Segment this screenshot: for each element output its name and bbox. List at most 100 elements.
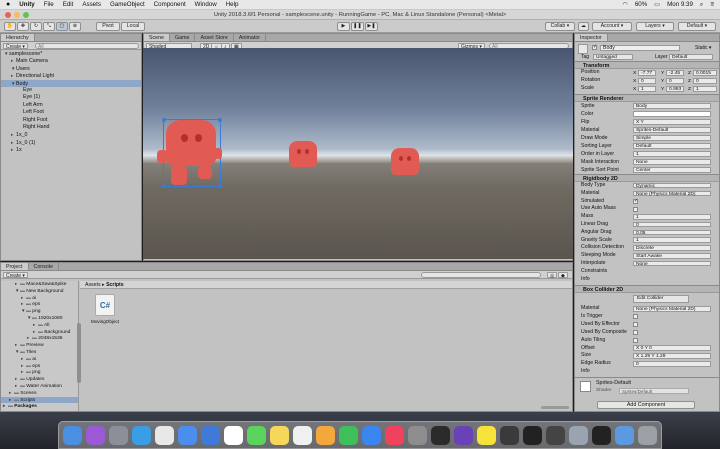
transform-tool-icon[interactable]: ⊕ <box>69 22 81 31</box>
layers-dropdown[interactable]: Layers ▾ <box>636 22 674 31</box>
filter-label-icon[interactable]: ◆ <box>558 272 568 279</box>
safari-icon[interactable] <box>132 426 151 445</box>
minimize-window-icon[interactable] <box>14 12 20 18</box>
step-button[interactable]: ▶❚ <box>365 22 378 31</box>
project-folder-item[interactable]: ▸ ▬ ai <box>1 356 78 363</box>
field-checkbox[interactable] <box>633 337 639 344</box>
player-right-hand-sprite[interactable] <box>214 148 222 159</box>
project-folder-item[interactable]: ▸ ▬ Water Animation <box>1 383 78 390</box>
rigidbody-header[interactable]: Rigidbody 2D <box>575 174 719 182</box>
enemy-ghost-sprite[interactable] <box>289 141 317 167</box>
field-checkbox[interactable] <box>633 206 639 212</box>
facetime-icon[interactable] <box>339 426 358 445</box>
move-tool-icon[interactable]: ✥ <box>17 22 29 31</box>
box-collider-header[interactable]: Box Collider 2D <box>575 285 719 293</box>
rect-handle[interactable] <box>218 184 222 188</box>
scale-z-field[interactable]: 1 <box>693 86 717 92</box>
object-name-field[interactable]: Body <box>600 45 680 51</box>
hierarchy-item[interactable]: ▸ 1x_0 <box>1 131 141 138</box>
field-value[interactable]: Start Awake <box>633 253 711 259</box>
color-swatch[interactable] <box>633 111 711 117</box>
static-toggle[interactable]: Static ▾ <box>695 45 711 51</box>
field-checkbox[interactable] <box>633 329 639 336</box>
shader-dropdown[interactable]: Sprites/Default <box>619 388 689 394</box>
field-value[interactable]: None (Physics Material 2D) <box>633 305 711 312</box>
tab-hierarchy[interactable]: Hierarchy <box>1 34 35 41</box>
layout-dropdown[interactable]: Default ▾ <box>678 22 716 31</box>
play-button[interactable]: ▶ <box>337 22 350 31</box>
position-z-field[interactable]: 0.0015 <box>693 70 717 76</box>
tree-scrollbar[interactable] <box>77 323 81 383</box>
add-component-button[interactable]: Add Component <box>597 401 695 409</box>
project-folder-item[interactable]: ▸ ▬ eps <box>1 301 78 308</box>
hierarchy-item[interactable]: Left Foot <box>1 109 141 116</box>
battery-percent[interactable]: 60% <box>635 1 647 8</box>
appstore-icon[interactable] <box>362 426 381 445</box>
photos-icon[interactable] <box>316 426 335 445</box>
field-value[interactable]: 0 <box>633 361 711 367</box>
spotlight-icon[interactable]: ⌕ <box>700 1 703 9</box>
chrome-icon[interactable] <box>155 426 174 445</box>
layer-dropdown[interactable]: Default <box>669 54 713 60</box>
rotate-tool-icon[interactable]: ↻ <box>30 22 42 31</box>
music-icon[interactable] <box>385 426 404 445</box>
project-folder-item[interactable]: ▼▬ 1920x1080 <box>1 315 78 322</box>
hierarchy-item[interactable]: Right Hand <box>1 124 141 131</box>
siri-icon[interactable] <box>86 426 105 445</box>
project-folder-item[interactable]: ▸ ▬ ai <box>1 295 78 302</box>
messages-icon[interactable] <box>247 426 266 445</box>
scale-tool-icon[interactable]: ⤡ <box>43 22 55 31</box>
transform-header[interactable]: Transform <box>575 61 719 69</box>
clock[interactable]: Mon 9:39 <box>667 1 693 8</box>
project-folder-item[interactable]: ▼▬ Tiles <box>1 349 78 356</box>
rotation-z-field[interactable]: 0 <box>693 78 717 84</box>
field-value[interactable]: 1 <box>633 214 711 220</box>
menu-help[interactable]: Help <box>226 1 239 8</box>
filter-type-icon[interactable]: ◎ <box>547 272 558 279</box>
project-folder-item[interactable]: ▸ ▬ Scripts <box>1 396 78 404</box>
tab-asset-store[interactable]: Asset Store <box>195 34 234 41</box>
field-value[interactable]: 0.05 <box>633 229 711 236</box>
menu-component[interactable]: Component <box>154 1 186 8</box>
scale-y-field[interactable]: 0.993 <box>666 86 685 92</box>
hierarchy-item[interactable]: Eye (1) <box>1 94 141 101</box>
project-folder-item[interactable]: ▸ ▬ Background <box>1 329 78 336</box>
control-center-icon[interactable]: ≡ <box>710 1 714 8</box>
hierarchy-item[interactable]: ▼Body <box>1 79 141 87</box>
preview-icon[interactable] <box>569 426 588 445</box>
project-folder-item[interactable]: ▸ ▬ Preview <box>1 342 78 349</box>
menu-edit[interactable]: Edit <box>63 1 74 8</box>
rotation-x-field[interactable]: 0 <box>638 78 656 84</box>
project-folder-item[interactable]: ▸ ▬ eps <box>1 363 78 370</box>
hierarchy-create-button[interactable]: Create ▾ <box>3 43 28 50</box>
apple-icon[interactable]: ● <box>6 1 10 8</box>
menu-gameobject[interactable]: GameObject <box>110 1 145 8</box>
xcode-icon[interactable] <box>201 426 220 445</box>
position-y-field[interactable]: -2.45 <box>666 70 684 76</box>
field-checkbox[interactable] <box>633 314 639 320</box>
calendar-icon[interactable] <box>224 426 243 445</box>
close-window-icon[interactable] <box>5 12 11 18</box>
enemy-ghost-sprite[interactable] <box>391 148 419 175</box>
rect-handle[interactable] <box>218 118 222 122</box>
hierarchy-item[interactable]: ▸ 1x_0 (1) <box>1 139 141 146</box>
field-value[interactable]: 1 <box>633 237 711 243</box>
reminders-icon[interactable] <box>293 426 312 445</box>
tab-console[interactable]: Console <box>29 263 59 270</box>
maximize-window-icon[interactable] <box>23 12 29 18</box>
project-folder-item[interactable]: ▸ ▬ Mace&Saw&Spike <box>1 281 78 288</box>
tab-animator[interactable]: Animator <box>234 34 267 41</box>
collab-button[interactable]: Collab ▾ <box>545 22 575 31</box>
field-checkbox[interactable]: ✓ <box>633 198 639 205</box>
scene-viewport[interactable] <box>143 48 573 259</box>
notes-icon[interactable] <box>270 426 289 445</box>
tab-project[interactable]: Project <box>1 263 29 270</box>
rotation-y-field[interactable]: 0 <box>666 78 684 84</box>
hierarchy-search-input[interactable]: All <box>35 43 139 50</box>
hierarchy-item[interactable]: ▸ Main Camera <box>1 57 141 64</box>
player-body-sprite[interactable] <box>166 120 216 166</box>
project-folder-item[interactable]: ▸ ▬ png <box>1 369 78 376</box>
field-value[interactable]: None <box>633 260 711 267</box>
field-value[interactable]: 1 <box>633 151 711 157</box>
player-left-foot-sprite[interactable] <box>171 166 187 185</box>
